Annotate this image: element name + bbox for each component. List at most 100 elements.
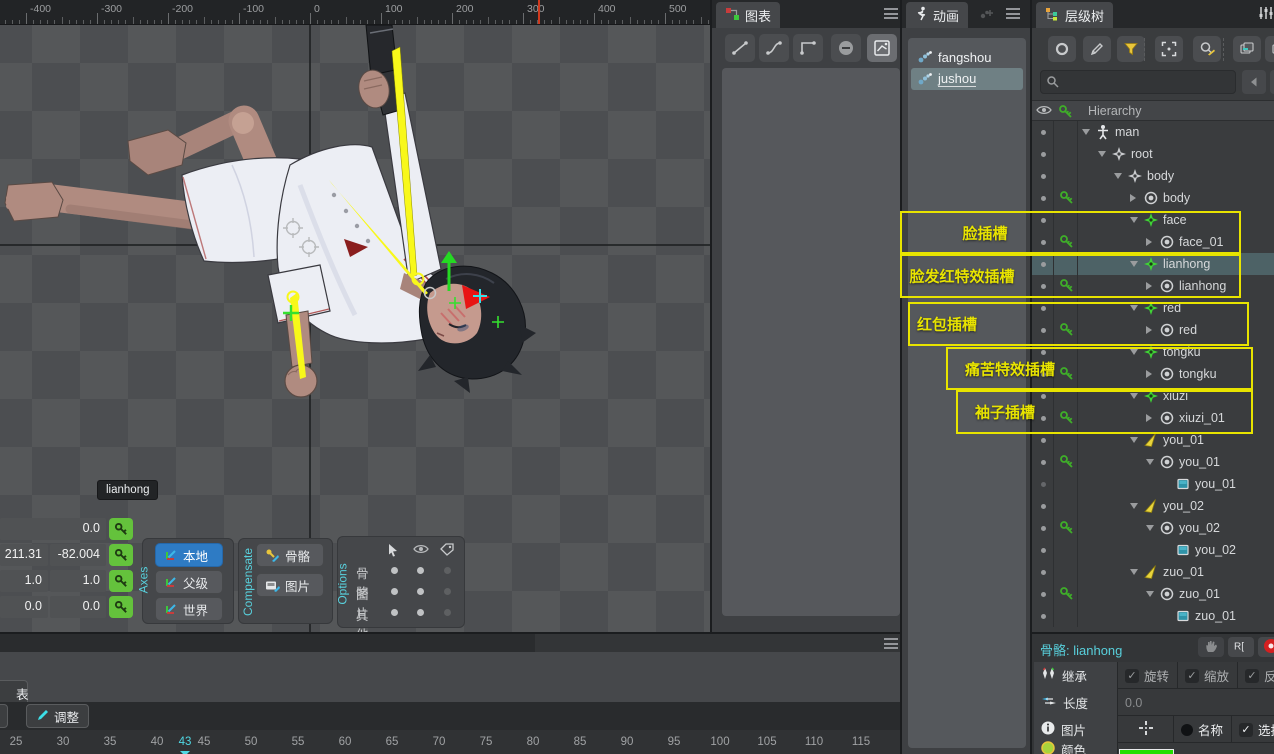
tree-row-zuo_01[interactable]: zuo_01 (1032, 605, 1274, 627)
compensate-bones[interactable]: 骨骼 (256, 543, 324, 567)
transform-value-y[interactable]: 0.0 (50, 596, 106, 618)
visibility-dot[interactable] (1041, 130, 1046, 135)
timeline-menu-icon[interactable] (884, 638, 898, 649)
frame-number[interactable]: 65 (386, 736, 399, 748)
frame-ruler[interactable]: 2530354043455055606570758085909510010511… (0, 730, 900, 754)
keyed-icon[interactable] (1059, 190, 1075, 206)
find-replace-button[interactable] (1193, 36, 1221, 62)
edit-mode-button[interactable] (1083, 36, 1111, 62)
frame-number[interactable]: 95 (668, 736, 681, 748)
tree-search-input[interactable] (1040, 70, 1236, 94)
anim-menu-icon[interactable] (1006, 8, 1020, 19)
delete-key-button[interactable] (831, 34, 861, 62)
visibility-dot[interactable] (1041, 592, 1046, 597)
settings-sliders-icon[interactable] (1258, 6, 1274, 23)
visibility-dot[interactable] (1041, 438, 1046, 443)
tree-row-body[interactable]: body (1032, 165, 1274, 187)
transform-value-field[interactable]: 0.0 (0, 518, 106, 540)
options-radio[interactable] (391, 609, 398, 616)
frame-number[interactable]: 50 (245, 736, 258, 748)
tree-row-you_02[interactable]: you_02 (1032, 517, 1274, 539)
expand-arrow-icon[interactable] (1130, 194, 1136, 202)
frame-number[interactable]: 75 (480, 736, 493, 748)
graph-view-button[interactable] (867, 34, 897, 62)
frame-number[interactable]: 115 (852, 736, 870, 748)
inherit-reflection-checkbox[interactable]: ✓反射 (1238, 662, 1274, 689)
visibility-dot[interactable] (1041, 460, 1046, 465)
options-radio[interactable] (417, 609, 424, 616)
keyed-icon[interactable] (1059, 520, 1075, 536)
visibility-dot[interactable] (1041, 504, 1046, 509)
length-value-field[interactable]: 0.0 (1118, 689, 1274, 716)
adjust-button[interactable]: 调整 (26, 704, 89, 728)
nav-forward-button[interactable] (1270, 70, 1274, 94)
frame-number[interactable]: 105 (757, 736, 776, 748)
options-radio[interactable] (391, 588, 398, 595)
viewport-canvas[interactable]: lianhong 0.0211.31-82.0041.01.00.00.0 Ax… (0, 25, 710, 632)
record-button[interactable] (1258, 637, 1274, 657)
expand-arrow-icon[interactable] (1130, 437, 1138, 443)
frame-number[interactable]: 110 (805, 736, 823, 748)
options-radio[interactable] (444, 588, 451, 595)
frame-number[interactable]: 90 (621, 736, 634, 748)
tab-animations[interactable]: 动画 (906, 2, 968, 28)
current-frame-number[interactable]: 43 (179, 736, 192, 748)
image-name-toggle[interactable]: 名称 (1174, 716, 1232, 743)
frame-number[interactable]: 45 (198, 736, 211, 748)
transform-value-y[interactable]: 1.0 (50, 570, 106, 592)
transform-value-x[interactable]: 0.0 (0, 596, 48, 618)
axes-mode-world[interactable]: 世界 (155, 597, 223, 621)
frame-number[interactable]: 60 (339, 736, 352, 748)
visibility-dot[interactable] (1041, 196, 1046, 201)
tree-row-zuo_01[interactable]: zuo_01 (1032, 583, 1274, 605)
curve-linear-button[interactable] (725, 34, 755, 62)
set-key-button[interactable] (109, 544, 133, 566)
inherit-scale-checkbox[interactable]: ✓缩放 (1178, 662, 1238, 689)
frame-selection-button[interactable] (1155, 36, 1183, 62)
expand-arrow-icon[interactable] (1146, 525, 1154, 531)
options-radio[interactable] (417, 567, 424, 574)
frame-number[interactable]: 85 (574, 736, 587, 748)
expand-arrow-icon[interactable] (1098, 151, 1106, 157)
new-animation-icon[interactable] (978, 7, 994, 24)
frame-number[interactable]: 40 (151, 736, 164, 748)
graph-curve-area[interactable] (722, 68, 900, 616)
expand-all-button[interactable] (1265, 36, 1274, 62)
visibility-dot[interactable] (1041, 174, 1046, 179)
tree-row-you_02[interactable]: you_02 (1032, 539, 1274, 561)
clipped-left-button[interactable] (0, 704, 8, 728)
rename-button[interactable]: R[ (1228, 637, 1254, 657)
animation-item-fangshou[interactable]: fangshou (911, 46, 1023, 68)
visibility-dot[interactable] (1041, 548, 1046, 553)
filter-button[interactable] (1117, 36, 1145, 62)
ghosting-button[interactable] (1048, 36, 1076, 62)
frame-number[interactable]: 80 (527, 736, 540, 748)
keyed-icon[interactable] (1059, 586, 1075, 602)
tab-graph[interactable]: 图表 (716, 2, 780, 28)
visibility-dot[interactable] (1041, 482, 1046, 487)
axes-mode-local[interactable]: 本地 (155, 543, 223, 567)
bone-color-swatch[interactable] (1119, 749, 1174, 754)
tree-row-you_01[interactable]: you_01 (1032, 473, 1274, 495)
expand-arrow-icon[interactable] (1114, 173, 1122, 179)
tree-row-you_01[interactable]: you_01 (1032, 451, 1274, 473)
set-key-button[interactable] (109, 570, 133, 592)
frame-number[interactable]: 100 (710, 736, 729, 748)
options-radio[interactable] (444, 567, 451, 574)
graph-menu-icon[interactable] (884, 8, 898, 19)
tree-row-man[interactable]: man (1032, 121, 1274, 143)
tree-row-zuo_01[interactable]: zuo_01 (1032, 561, 1274, 583)
tree-row-you_02[interactable]: you_02 (1032, 495, 1274, 517)
image-crosshair-toggle[interactable] (1118, 716, 1174, 743)
visibility-dot[interactable] (1041, 152, 1046, 157)
tab-hierarchy[interactable]: 层级树 (1036, 2, 1113, 28)
expand-arrow-icon[interactable] (1146, 591, 1154, 597)
options-radio[interactable] (444, 609, 451, 616)
expand-arrow-icon[interactable] (1146, 459, 1154, 465)
tree-row-body[interactable]: body (1032, 187, 1274, 209)
options-radio[interactable] (391, 567, 398, 574)
curve-bezier-button[interactable] (759, 34, 789, 62)
transform-value-x[interactable]: 1.0 (0, 570, 48, 592)
compensate-images[interactable]: 图片 (256, 573, 324, 597)
image-select-checkbox[interactable]: ✓选择 (1232, 716, 1274, 743)
